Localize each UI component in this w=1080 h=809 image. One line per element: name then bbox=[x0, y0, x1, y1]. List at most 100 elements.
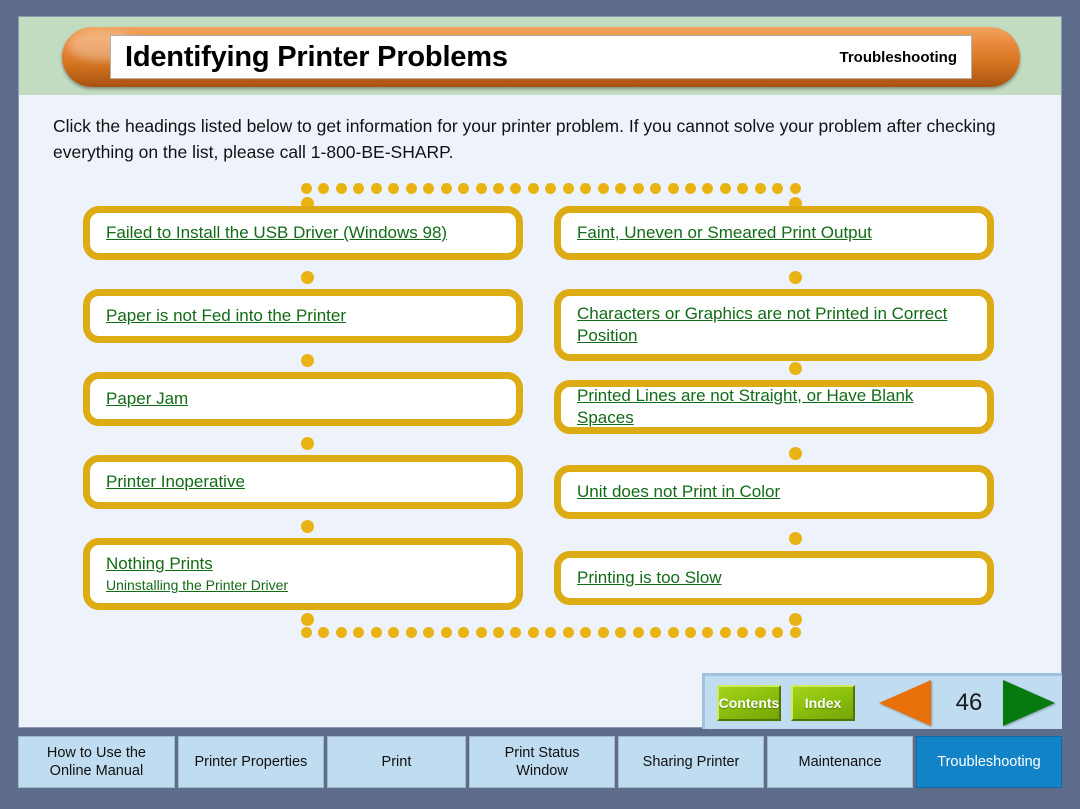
connector-dot bbox=[597, 627, 609, 638]
left-triangle-icon[interactable] bbox=[879, 679, 931, 726]
topic-link-nothing-prints[interactable]: Nothing Prints bbox=[106, 553, 213, 575]
topic-link-incorrect-position[interactable]: Characters or Graphics are not Printed i… bbox=[577, 303, 971, 347]
connector-dot bbox=[440, 183, 452, 194]
connector-dot bbox=[719, 183, 731, 194]
topic-box-nothing-prints[interactable]: Nothing Prints Uninstalling the Printer … bbox=[83, 538, 523, 610]
connector-dot bbox=[684, 183, 696, 194]
connector-dot bbox=[475, 627, 487, 638]
topic-box-incorrect-position[interactable]: Characters or Graphics are not Printed i… bbox=[554, 289, 994, 361]
connector-dot bbox=[423, 627, 435, 638]
connector-dot bbox=[650, 183, 662, 194]
connector-dot bbox=[510, 627, 522, 638]
page-frame: Identifying Printer Problems Troubleshoo… bbox=[18, 16, 1062, 729]
connector-dot bbox=[789, 362, 802, 375]
connector-dot bbox=[545, 627, 557, 638]
connector-dot bbox=[650, 627, 662, 638]
connector-dot bbox=[423, 183, 435, 194]
connector-dot bbox=[492, 183, 504, 194]
topic-box-no-color[interactable]: Unit does not Print in Color bbox=[554, 465, 994, 519]
connector-dot bbox=[562, 183, 574, 194]
tab-label-line1: Print Status bbox=[504, 745, 580, 761]
tab-troubleshooting[interactable]: Troubleshooting bbox=[916, 736, 1062, 788]
connector-dot bbox=[684, 627, 696, 638]
right-triangle-icon[interactable] bbox=[1003, 679, 1055, 726]
topic-box-printing-slow[interactable]: Printing is too Slow bbox=[554, 551, 994, 605]
header-section-label: Troubleshooting bbox=[839, 48, 958, 66]
connector-dot bbox=[667, 183, 679, 194]
intro-text: Click the headings listed below to get i… bbox=[53, 116, 996, 162]
connector-dot bbox=[388, 183, 400, 194]
connector-dot bbox=[789, 447, 802, 460]
connector-dot bbox=[789, 613, 802, 626]
topic-link-printing-slow[interactable]: Printing is too Slow bbox=[577, 567, 722, 589]
connector-rail-bottom bbox=[301, 627, 801, 638]
connector-dot bbox=[353, 183, 365, 194]
tab-print-status-window[interactable]: Print Status Window bbox=[469, 736, 616, 788]
connector-dot bbox=[301, 627, 312, 638]
connector-dot bbox=[301, 613, 314, 626]
navigation-panel: Contents Index 46 bbox=[702, 673, 1062, 729]
tab-print[interactable]: Print bbox=[326, 736, 467, 788]
connector-dot bbox=[615, 183, 627, 194]
connector-dot bbox=[440, 627, 452, 638]
connector-dot bbox=[632, 183, 644, 194]
page-number: 46 bbox=[955, 688, 983, 716]
topic-link-paper-feed[interactable]: Paper is not Fed into the Printer bbox=[106, 305, 346, 327]
topic-box-usb-driver[interactable]: Failed to Install the USB Driver (Window… bbox=[83, 206, 523, 260]
topic-box-faint-print[interactable]: Faint, Uneven or Smeared Print Output bbox=[554, 206, 994, 260]
connector-dot bbox=[789, 532, 802, 545]
topic-box-lines-not-straight[interactable]: Printed Lines are not Straight, or Have … bbox=[554, 380, 994, 434]
topic-link-usb-driver[interactable]: Failed to Install the USB Driver (Window… bbox=[106, 222, 447, 244]
topic-link-printer-inoperative[interactable]: Printer Inoperative bbox=[106, 471, 245, 493]
connector-dot bbox=[405, 627, 417, 638]
topic-box-paper-feed[interactable]: Paper is not Fed into the Printer bbox=[83, 289, 523, 343]
tab-maintenance[interactable]: Maintenance bbox=[767, 736, 913, 788]
header-pill: Identifying Printer Problems Troubleshoo… bbox=[62, 27, 1020, 87]
connector-dot bbox=[301, 271, 314, 284]
bottom-tab-bar: How to Use the Online Manual Printer Pro… bbox=[18, 736, 1062, 788]
connector-dot bbox=[737, 183, 749, 194]
connector-dot bbox=[789, 183, 801, 194]
connector-dot bbox=[754, 183, 766, 194]
connector-dot bbox=[301, 520, 314, 533]
connector-dot bbox=[789, 627, 801, 638]
tab-label-line2: Window bbox=[516, 763, 568, 779]
connector-dot bbox=[597, 183, 609, 194]
topic-link-lines-not-straight[interactable]: Printed Lines are not Straight, or Have … bbox=[577, 385, 971, 429]
connector-dot bbox=[632, 627, 644, 638]
topic-box-printer-inoperative[interactable]: Printer Inoperative bbox=[83, 455, 523, 509]
connector-dot bbox=[301, 183, 312, 194]
connector-dot bbox=[492, 627, 504, 638]
tab-how-to-use-online-manual[interactable]: How to Use the Online Manual bbox=[18, 736, 175, 788]
connector-dot bbox=[301, 437, 314, 450]
connector-dot bbox=[301, 354, 314, 367]
connector-dot bbox=[562, 627, 574, 638]
connector-dot bbox=[405, 183, 417, 194]
connector-dot bbox=[580, 183, 592, 194]
connector-dot bbox=[719, 627, 731, 638]
connector-dot bbox=[458, 627, 470, 638]
connector-dot bbox=[318, 627, 330, 638]
connector-dot bbox=[318, 183, 330, 194]
topic-box-paper-jam[interactable]: Paper Jam bbox=[83, 372, 523, 426]
contents-button[interactable]: Contents bbox=[717, 684, 781, 721]
connector-dot bbox=[335, 183, 347, 194]
topic-link-faint-print[interactable]: Faint, Uneven or Smeared Print Output bbox=[577, 222, 872, 244]
connector-dot bbox=[370, 183, 382, 194]
topic-link-uninstalling-driver[interactable]: Uninstalling the Printer Driver bbox=[106, 576, 288, 595]
tab-label-line1: How to Use the bbox=[46, 745, 146, 761]
connector-dot bbox=[545, 183, 557, 194]
tab-printer-properties[interactable]: Printer Properties bbox=[177, 736, 324, 788]
connector-rail-top bbox=[301, 183, 801, 194]
connector-dot bbox=[510, 183, 522, 194]
connector-dot bbox=[702, 627, 714, 638]
index-button[interactable]: Index bbox=[791, 684, 855, 721]
connector-dot bbox=[772, 627, 784, 638]
topic-link-paper-jam[interactable]: Paper Jam bbox=[106, 388, 188, 410]
tab-sharing-printer[interactable]: Sharing Printer bbox=[618, 736, 765, 788]
connector-dot bbox=[475, 183, 487, 194]
header-inner-panel: Identifying Printer Problems Troubleshoo… bbox=[110, 35, 972, 79]
connector-dot bbox=[335, 627, 347, 638]
connector-dot bbox=[737, 627, 749, 638]
topic-link-no-color[interactable]: Unit does not Print in Color bbox=[577, 481, 780, 503]
